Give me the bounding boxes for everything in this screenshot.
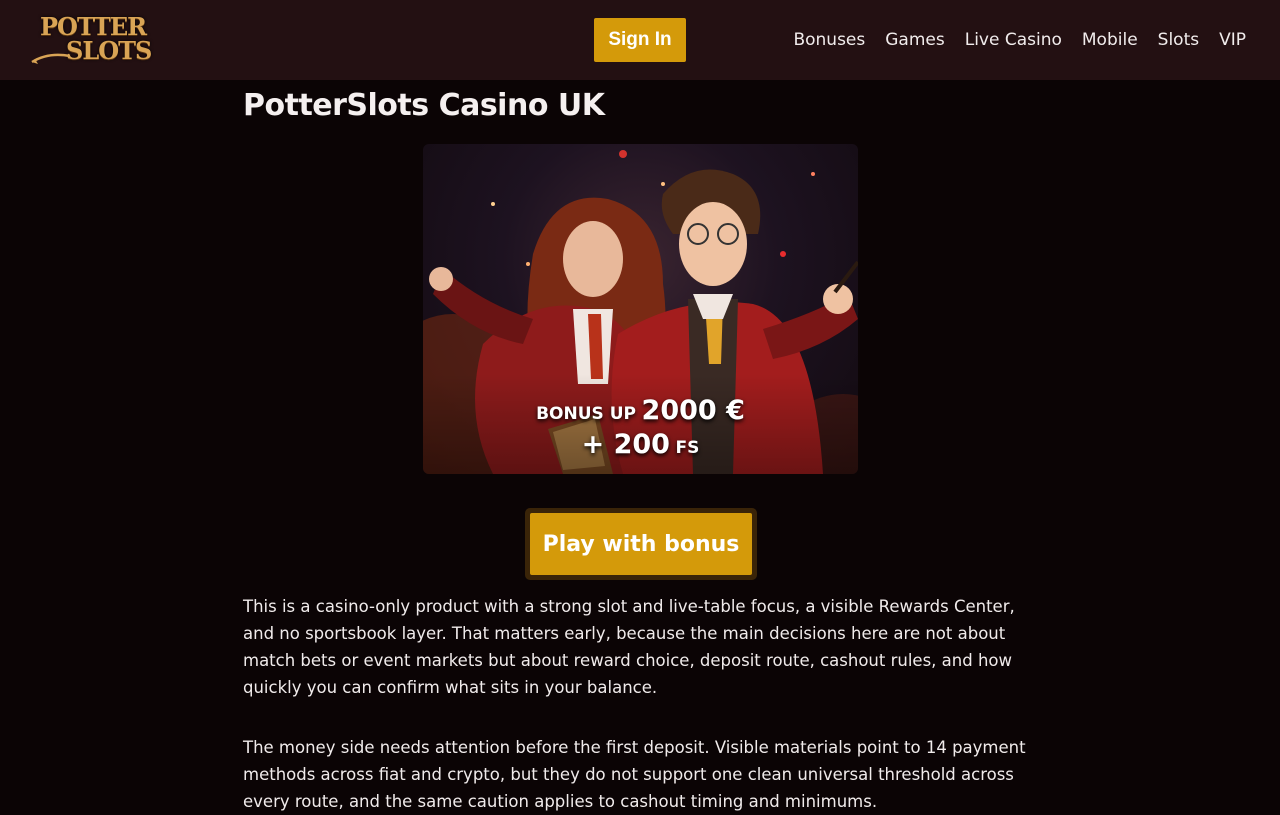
free-spins-count: + 200 (581, 429, 670, 460)
play-button-frame: Play with bonus (525, 508, 757, 580)
intro-paragraph: This is a casino-only product with a str… (243, 597, 1015, 697)
free-spins-label: FS (675, 438, 700, 458)
nav-link-bonuses[interactable]: Bonuses (793, 30, 865, 50)
bonus-prefix: BONUS UP (536, 404, 636, 424)
broom-swoosh-icon (31, 53, 71, 64)
nav-link-slots[interactable]: Slots (1158, 30, 1199, 50)
nav-link-mobile[interactable]: Mobile (1082, 30, 1138, 50)
hero-free-spins: + 200 FS (423, 429, 858, 460)
bonus-amount: 2000 € (641, 395, 745, 426)
nav-link-games[interactable]: Games (885, 30, 944, 50)
hero-bonus-amount: BONUS UP 2000 € (423, 395, 858, 426)
page-title: PotterSlots Casino UK (243, 88, 605, 123)
play-with-bonus-button[interactable]: Play with bonus (530, 513, 752, 575)
hero-banner-image: BONUS UP 2000 € + 200 FS (423, 144, 858, 474)
nav-link-live-casino[interactable]: Live Casino (965, 30, 1062, 50)
site-header: POTTER SLOTS Sign In Bonuses Games Live … (0, 0, 1280, 80)
nav-link-vip[interactable]: VIP (1219, 30, 1246, 50)
payments-paragraph: The money side needs attention before th… (243, 738, 1026, 811)
sign-in-button[interactable]: Sign In (594, 18, 686, 62)
potterslots-logo[interactable]: POTTER SLOTS (30, 12, 152, 68)
main-nav: Bonuses Games Live Casino Mobile Slots V… (793, 0, 1246, 80)
